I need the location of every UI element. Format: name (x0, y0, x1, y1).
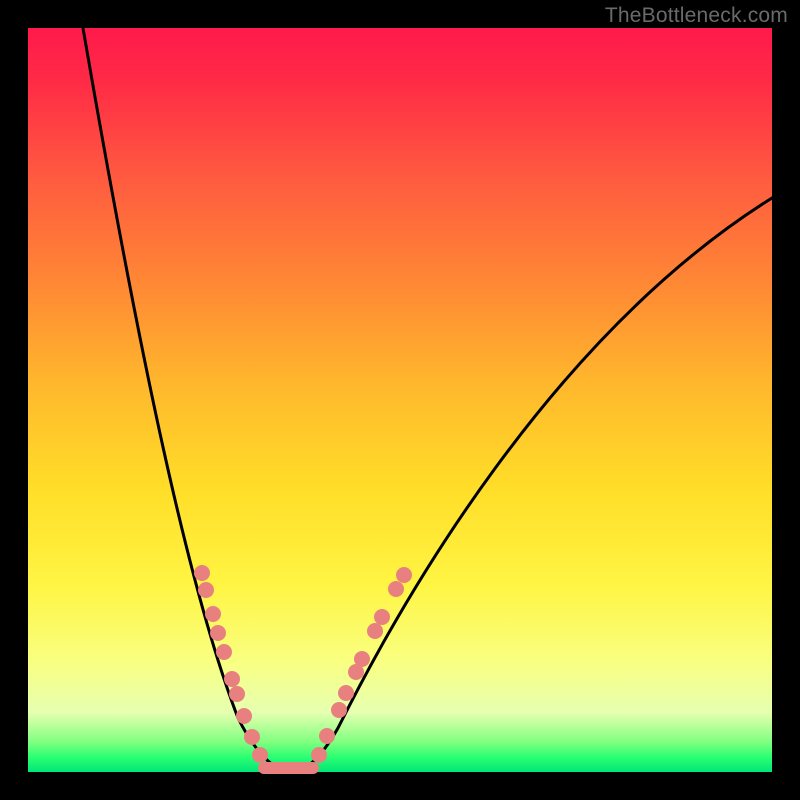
chart-svg (28, 28, 772, 772)
marker-dot (244, 729, 260, 745)
marker-dot (388, 581, 404, 597)
marker-dot (354, 651, 370, 667)
marker-dot (224, 671, 240, 687)
marker-dot (338, 685, 354, 701)
marker-dot (236, 708, 252, 724)
marker-dot (374, 609, 390, 625)
bottleneck-curve (83, 28, 772, 772)
marker-dot (319, 728, 335, 744)
marker-dot (252, 747, 268, 763)
marker-dot (229, 686, 245, 702)
markers-left-group (194, 565, 268, 763)
watermark-text: TheBottleneck.com (605, 4, 788, 28)
marker-dot (194, 565, 210, 581)
marker-dot (367, 623, 383, 639)
chart-frame (28, 28, 772, 772)
markers-right-group (311, 567, 412, 763)
marker-dot (311, 747, 327, 763)
marker-dot (210, 625, 226, 641)
marker-dot (331, 702, 347, 718)
marker-dot (216, 644, 232, 660)
marker-dot (198, 582, 214, 598)
marker-dot (396, 567, 412, 583)
marker-dot (205, 606, 221, 622)
